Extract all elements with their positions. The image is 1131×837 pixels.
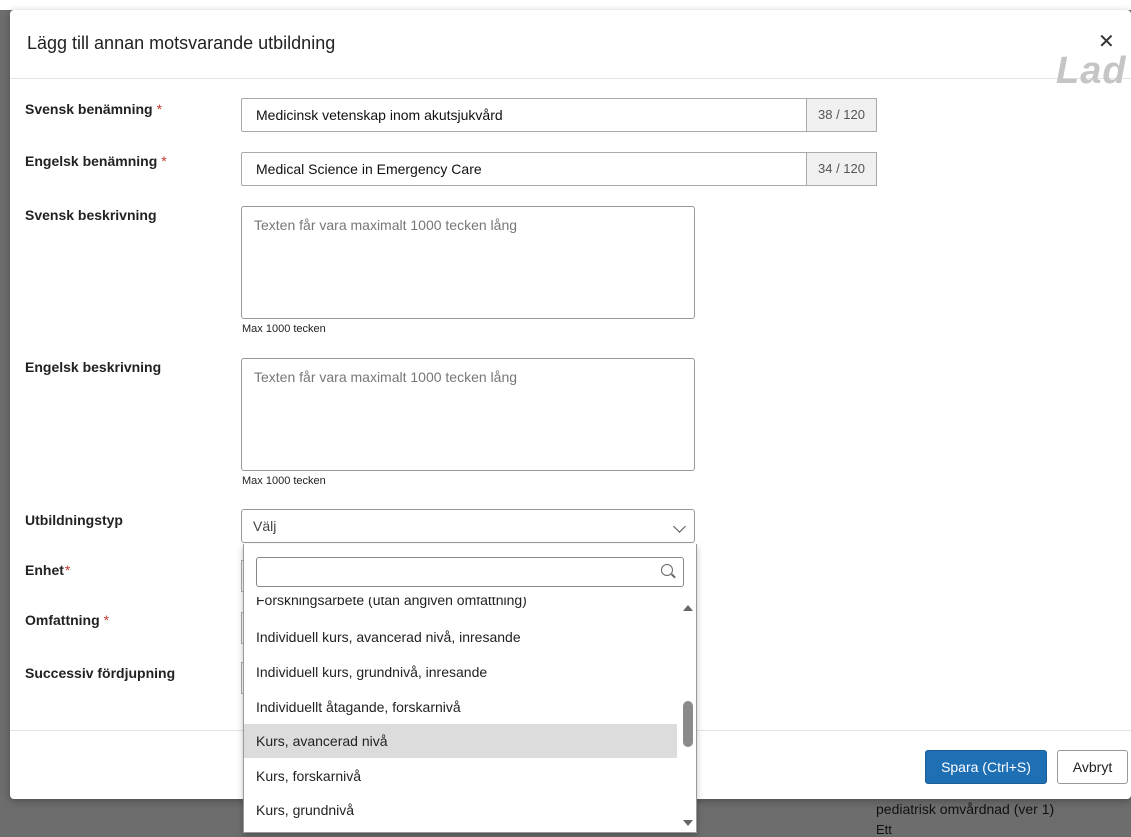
utbildningstyp-label: Utbildningstyp — [25, 512, 123, 528]
dropdown-options: Forskningsarbete (utan angiven omfattnin… — [244, 597, 677, 832]
svensk-benamning-input[interactable] — [241, 98, 807, 132]
dropdown-scrollbar[interactable] — [678, 597, 696, 832]
dropdown-option[interactable]: Kurs, grundnivå — [244, 793, 677, 827]
background-text: pediatrisk omvårdnad (ver 1) — [876, 801, 1055, 817]
cancel-button[interactable]: Avbryt — [1057, 750, 1128, 784]
dropdown-search[interactable] — [256, 557, 684, 587]
dialog-header: Lägg till annan motsvarande utbildning ✕… — [10, 10, 1131, 92]
background-text-2: Ett — [876, 822, 892, 837]
required-marker: * — [156, 101, 163, 117]
engelsk-benamning-label: Engelsk benämning * — [25, 153, 167, 169]
chevron-down-icon — [673, 520, 686, 533]
required-marker: * — [64, 562, 71, 578]
svensk-beskrivning-hint: Max 1000 tecken — [242, 323, 326, 335]
engelsk-beskrivning-hint: Max 1000 tecken — [242, 475, 326, 487]
enhet-label: Enhet* — [25, 562, 71, 578]
dropdown-option-highlighted[interactable]: Kurs, avancerad nivå — [244, 724, 677, 758]
successiv-fordjupning-label: Successiv fördjupning — [25, 665, 176, 681]
close-icon[interactable]: ✕ — [1098, 32, 1115, 52]
engelsk-beskrivning-textarea[interactable] — [241, 358, 695, 471]
scroll-down-icon[interactable] — [683, 820, 693, 826]
scrollbar-thumb[interactable] — [683, 701, 693, 747]
required-marker: * — [161, 153, 167, 169]
utbildningstyp-dropdown: Forskningsarbete (utan angiven omfattnin… — [243, 544, 697, 833]
save-button[interactable]: Spara (Ctrl+S) — [925, 750, 1047, 784]
required-marker: * — [103, 612, 110, 628]
dialog-title: Lägg till annan motsvarande utbildning — [27, 33, 336, 53]
search-icon — [661, 564, 673, 576]
dropdown-option[interactable]: Kurs, forskarnivå — [244, 759, 677, 793]
svensk-benamning-label: Svensk benämning * — [25, 101, 163, 117]
utbildningstyp-select[interactable]: Välj — [241, 509, 695, 543]
svensk-beskrivning-label: Svensk beskrivning — [25, 207, 157, 223]
engelsk-benamning-input[interactable] — [241, 152, 807, 186]
dropdown-option[interactable]: Individuellt åtagande, forskarnivå — [244, 690, 677, 724]
dropdown-option[interactable]: Individuell kurs, avancerad nivå, inresa… — [244, 620, 677, 654]
watermark-logo: Lad — [1056, 50, 1127, 92]
dropdown-search-input[interactable] — [257, 558, 663, 586]
engelsk-beskrivning-label: Engelsk beskrivning — [25, 359, 162, 375]
dropdown-option[interactable]: Forskningsarbete (utan angiven omfattnin… — [244, 597, 677, 617]
page-top-strip — [0, 0, 1131, 10]
svensk-benamning-counter: 38 / 120 — [807, 98, 877, 132]
utbildningstyp-value: Välj — [253, 518, 277, 534]
omfattning-label: Omfattning * — [25, 612, 110, 628]
engelsk-benamning-counter: 34 / 120 — [807, 152, 877, 186]
svensk-beskrivning-textarea[interactable] — [241, 206, 695, 319]
scroll-up-icon[interactable] — [683, 605, 693, 611]
dropdown-option[interactable]: Individuell kurs, grundnivå, inresande — [244, 655, 677, 689]
